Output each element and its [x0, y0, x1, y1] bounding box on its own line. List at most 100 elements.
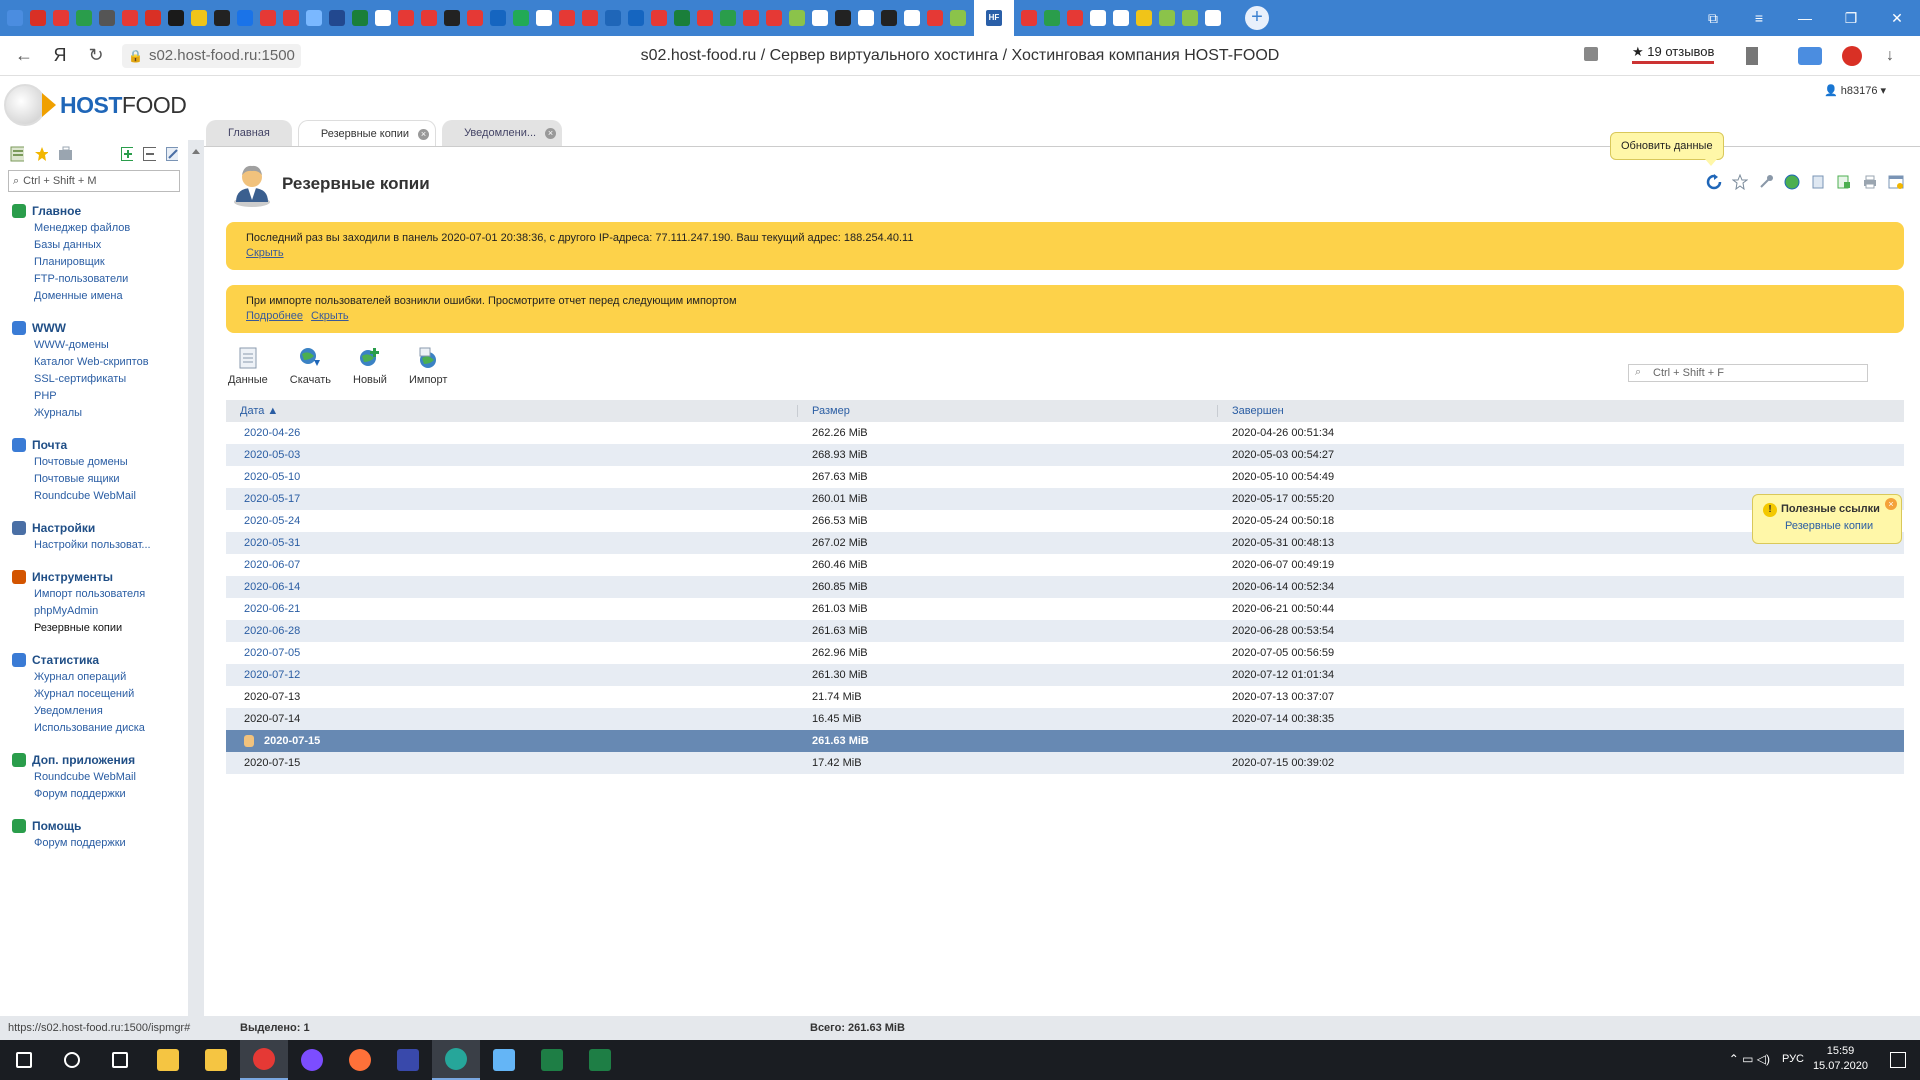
sidebar-group-header[interactable]: Доп. приложения: [0, 751, 188, 769]
tab-backups[interactable]: Резервные копии ×: [297, 120, 437, 146]
browser-tab-favicon-icon[interactable]: [812, 10, 828, 26]
browser-tab-favicon-icon[interactable]: [1021, 10, 1037, 26]
refresh-icon[interactable]: [1706, 174, 1722, 190]
table-row[interactable]: 2020-07-15 261.63 MiB: [226, 730, 1904, 752]
close-window-button[interactable]: ✕: [1874, 10, 1920, 27]
clock[interactable]: 15:59 15.07.2020: [1813, 1044, 1868, 1074]
copy-icon[interactable]: [1810, 174, 1826, 190]
browser-tab-favicon-icon[interactable]: [950, 10, 966, 26]
taskbar-app[interactable]: [384, 1040, 432, 1080]
notification-center-icon[interactable]: [1890, 1052, 1906, 1068]
browser-tab-favicon-icon[interactable]: [582, 10, 598, 26]
details-link[interactable]: Подробнее: [246, 310, 303, 322]
browser-tab-favicon-icon[interactable]: [53, 10, 69, 26]
backup-date-link[interactable]: 2020-05-10: [244, 471, 300, 483]
browser-tab-favicon-icon[interactable]: [743, 10, 759, 26]
restore-button[interactable]: ❐: [1828, 10, 1874, 27]
browser-tab-favicon-icon[interactable]: [214, 10, 230, 26]
browser-tab-favicon-icon[interactable]: [559, 10, 575, 26]
taskbar-app[interactable]: [0, 1040, 48, 1080]
sidebar-item[interactable]: Импорт пользователя: [0, 586, 188, 603]
backup-date-link[interactable]: 2020-05-03: [244, 449, 300, 461]
sidebar-search-input[interactable]: ⌕ Ctrl + Shift + M: [8, 170, 180, 192]
browser-tab-favicon-icon[interactable]: [766, 10, 782, 26]
browser-tab-favicon-icon[interactable]: [927, 10, 943, 26]
taskbar-app[interactable]: [96, 1040, 144, 1080]
browser-tab-favicon-icon[interactable]: [467, 10, 483, 26]
sidebar-item[interactable]: WWW-домены: [0, 337, 188, 354]
sidebar-item[interactable]: Форум поддержки: [0, 835, 188, 852]
browser-tab-favicon-icon[interactable]: [283, 10, 299, 26]
favorites-star-icon[interactable]: [34, 146, 49, 162]
browser-tab-favicon-icon[interactable]: [329, 10, 345, 26]
tab-notifications[interactable]: Уведомлени... ×: [442, 120, 563, 146]
browser-tab-favicon-icon[interactable]: [1159, 10, 1175, 26]
browser-tab-favicon-icon[interactable]: [513, 10, 529, 26]
browser-tab-favicon-icon[interactable]: [444, 10, 460, 26]
download-button[interactable]: Скачать: [290, 346, 331, 386]
download-icon[interactable]: ↓: [1886, 47, 1904, 65]
browser-tab-favicon-icon[interactable]: [30, 10, 46, 26]
browser-tab-favicon-icon[interactable]: [1136, 10, 1152, 26]
sidebar-item[interactable]: Roundcube WebMail: [0, 488, 188, 505]
backup-date-link[interactable]: 2020-07-05: [244, 647, 300, 659]
data-button[interactable]: Данные: [228, 346, 268, 386]
taskbar-app[interactable]: [432, 1040, 480, 1080]
user-menu[interactable]: 👤 h83176 ▾: [1824, 84, 1886, 97]
backup-date-link[interactable]: 2020-06-21: [244, 603, 300, 615]
browser-tab-favicon-icon[interactable]: [536, 10, 552, 26]
close-icon[interactable]: ×: [1885, 498, 1897, 510]
back-button[interactable]: ←: [6, 45, 42, 66]
sidebar-item[interactable]: Почтовые ящики: [0, 471, 188, 488]
browser-tab-favicon-icon[interactable]: [237, 10, 253, 26]
browser-tab-favicon-icon[interactable]: [375, 10, 391, 26]
table-row[interactable]: 2020-05-24 266.53 MiB 2020-05-24 00:50:18: [226, 510, 1904, 532]
table-settings-icon[interactable]: [1888, 174, 1904, 190]
system-tray-icons[interactable]: ⌃ ▭ ◁): [1729, 1052, 1770, 1066]
browser-tab-favicon-icon[interactable]: [421, 10, 437, 26]
hostfood-logo[interactable]: HOSTFOOD: [4, 84, 187, 126]
table-row[interactable]: 2020-07-15 17.42 MiB 2020-07-15 00:39:02: [226, 752, 1904, 774]
print-icon[interactable]: [1862, 174, 1878, 190]
hide-login-notice-link[interactable]: Скрыть: [246, 247, 284, 259]
backup-date-link[interactable]: 2020-06-28: [244, 625, 300, 637]
extension-off-icon[interactable]: [1798, 47, 1822, 65]
sidebar-item[interactable]: Использование диска: [0, 720, 188, 737]
browser-tab-favicon-icon[interactable]: [122, 10, 138, 26]
sidebar-group-header[interactable]: Главное: [0, 202, 188, 220]
sidebar-item[interactable]: PHP: [0, 388, 188, 405]
browser-tab-favicon-icon[interactable]: [168, 10, 184, 26]
sidebar-group-header[interactable]: Помощь: [0, 817, 188, 835]
taskbar-app[interactable]: [240, 1040, 288, 1080]
browser-tab-favicon-icon[interactable]: [858, 10, 874, 26]
taskbar-app[interactable]: [192, 1040, 240, 1080]
close-tab-icon[interactable]: ×: [418, 129, 430, 140]
taskbar-app[interactable]: [48, 1040, 96, 1080]
browser-tab-favicon-icon[interactable]: [76, 10, 92, 26]
browser-tab-favicon-icon[interactable]: [789, 10, 805, 26]
browser-tab-favicon-icon[interactable]: [1113, 10, 1129, 26]
taskbar-app[interactable]: [288, 1040, 336, 1080]
browser-tab-favicon-icon[interactable]: [398, 10, 414, 26]
browser-tab-favicon-icon[interactable]: [651, 10, 667, 26]
new-button[interactable]: Новый: [353, 346, 387, 386]
table-row[interactable]: 2020-07-05 262.96 MiB 2020-07-05 00:56:59: [226, 642, 1904, 664]
browser-tab-favicon-icon[interactable]: [881, 10, 897, 26]
sidebar-item[interactable]: Уведомления: [0, 703, 188, 720]
table-row[interactable]: 2020-05-31 267.02 MiB 2020-05-31 00:48:13: [226, 532, 1904, 554]
taskbar-app[interactable]: [576, 1040, 624, 1080]
browser-tab-favicon-icon[interactable]: [145, 10, 161, 26]
backup-date-link[interactable]: 2020-06-07: [244, 559, 300, 571]
table-row[interactable]: 2020-04-26 262.26 MiB 2020-04-26 00:51:34: [226, 422, 1904, 444]
sidebar-item[interactable]: Настройки пользоват...: [0, 537, 188, 554]
browser-tab-favicon-icon[interactable]: [674, 10, 690, 26]
backup-date-link[interactable]: 2020-07-15: [264, 735, 320, 747]
sidebar-item[interactable]: SSL-сертификаты: [0, 371, 188, 388]
url-field[interactable]: 🔒 s02.host-food.ru:1500: [122, 43, 301, 68]
minimize-button[interactable]: —: [1782, 10, 1828, 26]
sidebar-item[interactable]: FTP-пользователи: [0, 271, 188, 288]
sidebar-group-header[interactable]: WWW: [0, 319, 188, 337]
column-completed-header[interactable]: Завершен: [1218, 405, 1904, 417]
sidebar-item[interactable]: Журналы: [0, 405, 188, 422]
sidebar-item[interactable]: Почтовые домены: [0, 454, 188, 471]
